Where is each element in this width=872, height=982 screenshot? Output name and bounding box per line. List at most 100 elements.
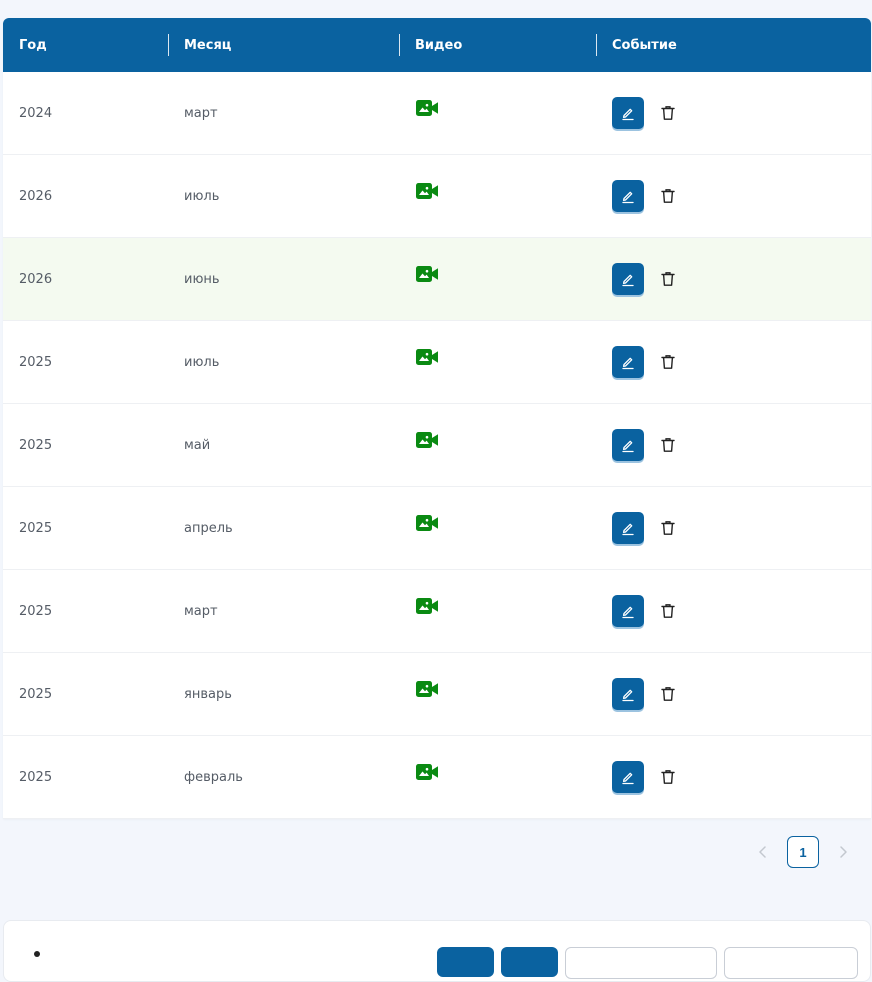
delete-button[interactable] bbox=[658, 601, 678, 621]
video-camera-icon[interactable] bbox=[416, 100, 439, 116]
video-camera-icon[interactable] bbox=[416, 598, 439, 614]
pagination: 1 bbox=[752, 836, 872, 868]
video-camera-icon[interactable] bbox=[416, 515, 439, 531]
delete-button[interactable] bbox=[658, 186, 678, 206]
pencil-icon bbox=[620, 437, 636, 453]
video-camera-icon[interactable] bbox=[416, 266, 439, 282]
year-text: 2025 bbox=[19, 769, 53, 785]
month-text: февраль bbox=[184, 769, 243, 785]
year-text: 2024 bbox=[19, 105, 53, 121]
video-camera-icon[interactable] bbox=[416, 681, 439, 697]
cell-month: июль bbox=[168, 321, 399, 403]
trash-icon bbox=[661, 520, 675, 536]
column-header-video[interactable]: Видео bbox=[399, 18, 596, 72]
cell-video bbox=[399, 238, 596, 320]
edit-button[interactable] bbox=[612, 512, 644, 544]
pencil-icon bbox=[620, 520, 636, 536]
row-actions bbox=[596, 512, 678, 544]
year-text: 2025 bbox=[19, 686, 53, 702]
row-actions bbox=[596, 761, 678, 793]
month-text: апрель bbox=[184, 520, 233, 536]
delete-button[interactable] bbox=[658, 684, 678, 704]
month-text: май bbox=[184, 437, 211, 453]
month-text: июнь bbox=[184, 271, 220, 287]
cell-video bbox=[399, 570, 596, 652]
row-actions bbox=[596, 346, 678, 378]
cell-event bbox=[596, 570, 871, 652]
month-text: июль bbox=[184, 188, 220, 204]
cell-month: май bbox=[168, 404, 399, 486]
table-row: 2026 июнь bbox=[3, 238, 871, 321]
column-header-year[interactable]: Год bbox=[3, 18, 168, 72]
cell-month: июль bbox=[168, 155, 399, 237]
video-camera-icon[interactable] bbox=[416, 764, 439, 780]
column-header-label: Месяц bbox=[184, 37, 232, 53]
video-camera-icon[interactable] bbox=[416, 183, 439, 199]
edit-button[interactable] bbox=[612, 595, 644, 627]
panel-button-2[interactable] bbox=[501, 947, 558, 977]
chevron-right-icon[interactable] bbox=[836, 844, 850, 860]
month-text: март bbox=[184, 603, 218, 619]
column-header-event[interactable]: Событие bbox=[596, 18, 871, 72]
edit-button[interactable] bbox=[612, 346, 644, 378]
table-row: 2025 январь bbox=[3, 653, 871, 736]
row-actions bbox=[596, 429, 678, 461]
page-button-current[interactable]: 1 bbox=[787, 836, 819, 868]
video-camera-icon[interactable] bbox=[416, 349, 439, 365]
year-text: 2025 bbox=[19, 437, 53, 453]
cell-year: 2026 bbox=[3, 238, 168, 320]
year-text: 2026 bbox=[19, 271, 53, 287]
edit-button[interactable] bbox=[612, 180, 644, 212]
trash-icon bbox=[661, 271, 675, 287]
panel-button-4[interactable] bbox=[724, 947, 858, 979]
edit-button[interactable] bbox=[612, 263, 644, 295]
cell-event bbox=[596, 155, 871, 237]
table-row: 2025 май bbox=[3, 404, 871, 487]
trash-icon bbox=[661, 686, 675, 702]
edit-button[interactable] bbox=[612, 429, 644, 461]
cell-event bbox=[596, 404, 871, 486]
cell-event bbox=[596, 487, 871, 569]
panel-marker bbox=[34, 951, 40, 957]
table-row: 2026 июль bbox=[3, 155, 871, 238]
table-row: 2024 март bbox=[3, 72, 871, 155]
panel-button-3[interactable] bbox=[565, 947, 717, 979]
edit-button[interactable] bbox=[612, 761, 644, 793]
table-header: Год Месяц Видео Событие bbox=[3, 18, 871, 72]
cell-month: январь bbox=[168, 653, 399, 735]
edit-button[interactable] bbox=[612, 97, 644, 129]
pencil-icon bbox=[620, 271, 636, 287]
delete-button[interactable] bbox=[658, 352, 678, 372]
column-header-month[interactable]: Месяц bbox=[168, 18, 399, 72]
row-actions bbox=[596, 180, 678, 212]
video-camera-icon[interactable] bbox=[416, 432, 439, 448]
cell-year: 2026 bbox=[3, 155, 168, 237]
delete-button[interactable] bbox=[658, 103, 678, 123]
pencil-icon bbox=[620, 603, 636, 619]
panel-button-1[interactable] bbox=[437, 947, 494, 977]
delete-button[interactable] bbox=[658, 269, 678, 289]
trash-icon bbox=[661, 603, 675, 619]
table-row: 2025 апрель bbox=[3, 487, 871, 570]
cell-event bbox=[596, 653, 871, 735]
pencil-icon bbox=[620, 769, 636, 785]
cell-video bbox=[399, 653, 596, 735]
row-actions bbox=[596, 595, 678, 627]
cell-video bbox=[399, 155, 596, 237]
table-row: 2025 февраль bbox=[3, 736, 871, 819]
delete-button[interactable] bbox=[658, 435, 678, 455]
pencil-icon bbox=[620, 686, 636, 702]
edit-button[interactable] bbox=[612, 678, 644, 710]
cell-year: 2025 bbox=[3, 321, 168, 403]
year-text: 2025 bbox=[19, 354, 53, 370]
month-text: июль bbox=[184, 354, 220, 370]
delete-button[interactable] bbox=[658, 518, 678, 538]
chevron-left-icon[interactable] bbox=[756, 844, 770, 860]
events-table: Год Месяц Видео Событие 2024 март 2026 июль… bbox=[3, 18, 871, 819]
delete-button[interactable] bbox=[658, 767, 678, 787]
cell-month: март bbox=[168, 570, 399, 652]
cell-month: февраль bbox=[168, 736, 399, 818]
cell-year: 2025 bbox=[3, 653, 168, 735]
cell-year: 2025 bbox=[3, 404, 168, 486]
pencil-icon bbox=[620, 105, 636, 121]
